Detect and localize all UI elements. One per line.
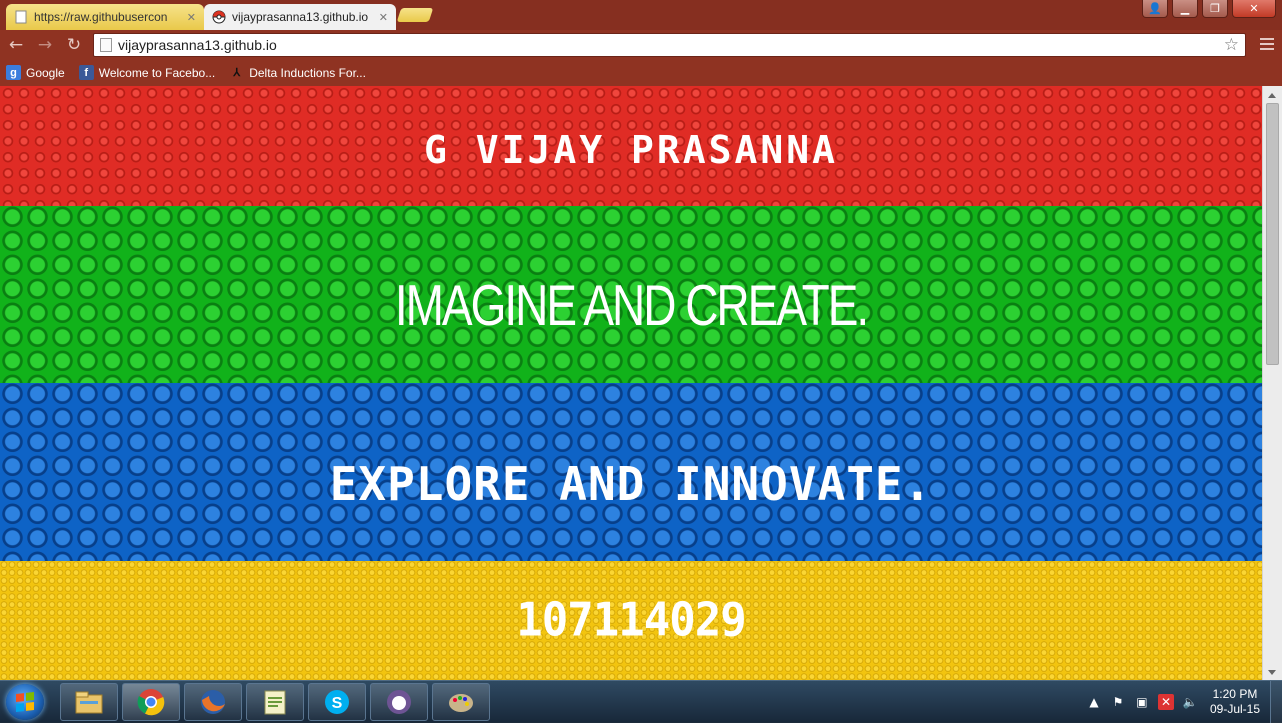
tagline-band-2: Explore and innovate. — [0, 383, 1262, 561]
taskbar-skype[interactable]: S — [308, 683, 366, 721]
chrome-menu-icon[interactable] — [1260, 38, 1274, 50]
taskbar-github[interactable] — [370, 683, 428, 721]
facebook-icon: f — [78, 65, 94, 80]
bookmark-google[interactable]: g Google — [6, 65, 65, 80]
taskbar-clock[interactable]: 1:20 PM 09-Jul-15 — [1210, 687, 1260, 717]
scroll-down-arrow-icon[interactable] — [1268, 670, 1276, 675]
browser-titlebar: https://raw.githubusercon ✕ vijayprasann… — [0, 0, 1282, 30]
web-page: G Vijay Prasanna Imagine and create. Exp… — [0, 86, 1262, 680]
back-arrow-icon[interactable]: ← — [3, 33, 29, 57]
browser-toolbar: ← → ↻ ☆ — [0, 30, 1282, 59]
svg-text:S: S — [332, 695, 343, 712]
tab-title: https://raw.githubusercon — [34, 10, 168, 24]
bookmarks-bar: g Google f Welcome to Facebo... ⅄ Delta … — [0, 59, 1282, 86]
bookmark-label: Welcome to Facebo... — [98, 65, 216, 80]
page-scrollbar[interactable] — [1262, 86, 1282, 680]
firefox-icon — [201, 690, 225, 714]
bookmark-star-icon[interactable]: ☆ — [1224, 35, 1239, 55]
windows-logo-icon — [16, 692, 34, 712]
taskbar-explorer[interactable] — [60, 683, 118, 721]
scroll-thumb[interactable] — [1266, 103, 1279, 365]
roll-number-band: 107114029 — [0, 561, 1262, 680]
taskbar-firefox[interactable] — [184, 683, 242, 721]
window-controls: 👤 ▁ ❐ ✕ — [1142, 0, 1276, 18]
page-icon — [100, 38, 112, 52]
bookmark-label: Google — [26, 65, 65, 80]
clock-date: 09-Jul-15 — [1209, 702, 1260, 716]
tagline-explore: Explore and innovate. — [329, 457, 933, 511]
tab-title: vijayprasanna13.github.io — [232, 10, 369, 24]
system-tray: ▲ ⚑ ▣ ✕ 🔈 1:20 PM 09-Jul-15 — [1086, 681, 1282, 723]
scroll-up-arrow-icon[interactable] — [1268, 93, 1276, 98]
tab-raw-githubusercontent[interactable]: https://raw.githubusercon ✕ — [6, 4, 204, 30]
roll-number: 107114029 — [516, 593, 746, 648]
forward-arrow-icon[interactable]: → — [32, 33, 58, 57]
delta-icon: ⅄ — [233, 67, 241, 79]
taskbar-notepadpp[interactable] — [246, 683, 304, 721]
tab-close-icon[interactable]: ✕ — [187, 11, 196, 24]
show-hidden-icons-icon[interactable]: ▲ — [1086, 694, 1102, 710]
windows-explorer-icon — [75, 691, 103, 714]
skype-icon: S — [325, 690, 349, 714]
google-icon: g — [6, 65, 21, 80]
address-bar[interactable]: ☆ — [93, 33, 1246, 57]
page-favicon-icon — [15, 10, 27, 24]
chrome-icon — [137, 689, 165, 716]
site-title: G Vijay Prasanna — [423, 128, 839, 172]
paint-icon — [449, 694, 473, 712]
url-input[interactable] — [118, 37, 1224, 53]
bookmark-label: Delta Inductions For... — [249, 65, 366, 80]
network-icon[interactable]: ▣ — [1134, 694, 1150, 710]
github-icon — [387, 690, 411, 714]
volume-icon[interactable]: 🔈 — [1182, 694, 1198, 710]
display-icon[interactable]: ✕ — [1157, 694, 1174, 710]
header-band: G Vijay Prasanna — [0, 86, 1262, 206]
reload-icon[interactable]: ↻ — [61, 33, 87, 57]
windows-taskbar: S ▲ ⚑ ▣ ✕ 🔈 1:20 PM 09-Jul-15 — [0, 680, 1282, 723]
taskbar-paint[interactable] — [432, 683, 490, 721]
tagline-band-1: Imagine and create. — [0, 206, 1262, 383]
close-icon[interactable]: ✕ — [1232, 0, 1276, 18]
user-icon[interactable]: 👤 — [1142, 0, 1168, 18]
pokeball-favicon-icon — [212, 10, 226, 24]
bookmark-delta[interactable]: ⅄ Delta Inductions For... — [229, 65, 366, 80]
minimize-icon[interactable]: ▁ — [1172, 0, 1198, 18]
start-button[interactable] — [6, 684, 44, 720]
action-center-flag-icon[interactable]: ⚑ — [1110, 694, 1126, 710]
tab-vijayprasanna13[interactable]: vijayprasanna13.github.io ✕ — [204, 4, 396, 30]
show-desktop-button[interactable] — [1270, 681, 1282, 723]
bookmark-facebook[interactable]: f Welcome to Facebo... — [78, 65, 216, 80]
taskbar-chrome[interactable] — [122, 683, 180, 721]
notepad-plus-plus-icon — [264, 690, 286, 715]
new-tab-button[interactable] — [396, 8, 434, 22]
tab-close-icon[interactable]: ✕ — [379, 11, 388, 24]
tagline-imagine: Imagine and create. — [394, 272, 869, 337]
clock-time: 1:20 PM — [1212, 687, 1258, 701]
maximize-icon[interactable]: ❐ — [1202, 0, 1228, 18]
